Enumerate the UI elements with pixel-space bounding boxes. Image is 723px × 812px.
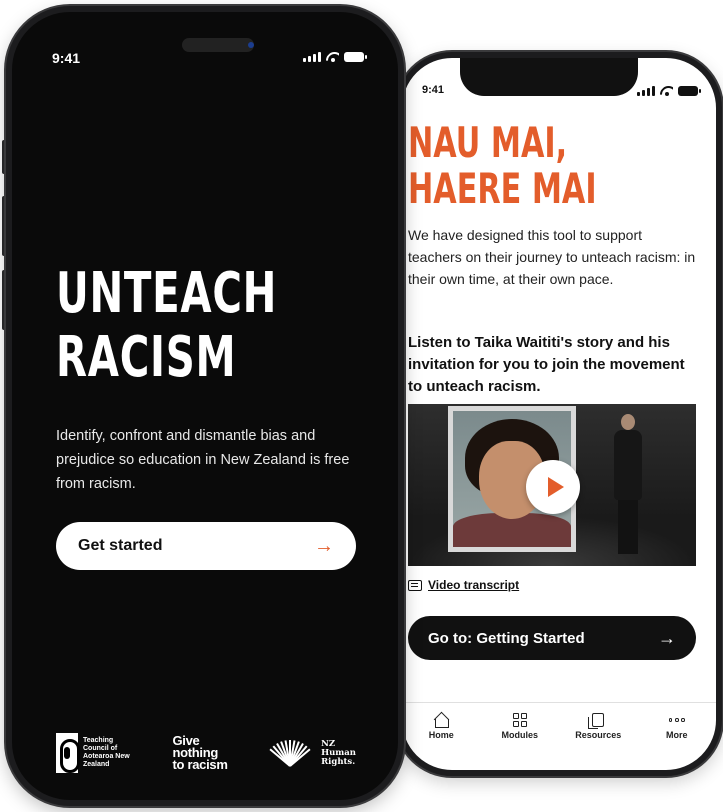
get-started-label: Get started — [78, 537, 163, 554]
arrow-right-icon: → — [658, 627, 676, 648]
teaching-council-icon — [56, 733, 80, 773]
status-time: 9:41 — [422, 84, 445, 96]
goto-getting-started-button[interactable]: Go to: Getting Started → — [408, 616, 696, 660]
hero-title-line1: UNTEACH — [56, 261, 278, 326]
teaching-council-text: Teaching Council of Aotearoa New Zealand — [83, 737, 130, 768]
tab-bar: Home Modules Resources More — [402, 702, 716, 762]
tab-more[interactable]: More — [642, 713, 712, 740]
battery-icon — [344, 52, 367, 62]
phone-right: 9:41 NAU MAI, HAERE MAI We have designed… — [396, 52, 722, 776]
camera-dot — [248, 42, 254, 48]
hero-title: UNTEACH RACISM — [56, 261, 278, 390]
notch — [460, 58, 638, 96]
status-time: 9:41 — [52, 50, 81, 66]
transcript-icon — [408, 579, 422, 591]
page-title: NAU MAI, HAERE MAI — [408, 118, 597, 213]
more-icon — [668, 713, 685, 727]
video-transcript-link[interactable]: Video transcript — [408, 578, 519, 592]
get-started-button[interactable]: Get started → — [56, 522, 356, 570]
tab-modules[interactable]: Modules — [485, 713, 555, 740]
give-nothing-line3: to racism — [172, 757, 228, 772]
status-icons — [303, 52, 367, 62]
human-rights-logo: NZ Human Rights. — [263, 739, 356, 767]
modules-icon — [512, 713, 527, 727]
phone-left: 9:41 UNTEACH RACISM Identify, confront a… — [6, 6, 404, 806]
video-transcript-label: Video transcript — [428, 578, 520, 592]
home-icon — [434, 713, 450, 728]
human-rights-icon — [263, 740, 317, 767]
hero-description: Identify, confront and dismantle bias an… — [56, 428, 350, 492]
tab-label: More — [665, 730, 688, 740]
tab-label: Home — [428, 730, 454, 740]
tab-label: Modules — [501, 730, 538, 740]
battery-icon — [678, 86, 701, 96]
human-rights-text: NZ Human Rights. — [321, 739, 356, 767]
teaching-council-logo: Teaching Council of Aotearoa New Zealand — [56, 733, 137, 773]
wifi-icon — [326, 52, 339, 62]
tab-home[interactable]: Home — [406, 713, 476, 740]
partner-logos: Teaching Council of Aotearoa New Zealand… — [56, 730, 356, 776]
dynamic-island — [182, 38, 254, 52]
intro-text: We have designed this tool to support te… — [408, 227, 696, 287]
signal-icon — [637, 86, 655, 96]
presenter-figure — [608, 414, 648, 560]
tab-resources[interactable]: Resources — [563, 713, 633, 740]
human-rights-line3: Rights. — [321, 756, 356, 767]
give-nothing-to-racism-logo: Give nothing to racism — [172, 734, 228, 772]
goto-button-label: Go to: Getting Started — [428, 629, 585, 647]
play-icon[interactable] — [526, 460, 580, 514]
arrow-right-icon: → — [314, 534, 334, 557]
wifi-icon — [660, 86, 673, 96]
listen-text: Listen to Taika Waititi's story and his … — [408, 334, 685, 395]
resources-icon — [588, 713, 605, 729]
signal-icon — [303, 52, 321, 62]
hero-title-line2: RACISM — [56, 325, 237, 390]
video-player[interactable] — [408, 404, 696, 566]
tab-label: Resources — [575, 730, 622, 740]
status-icons — [637, 86, 701, 96]
